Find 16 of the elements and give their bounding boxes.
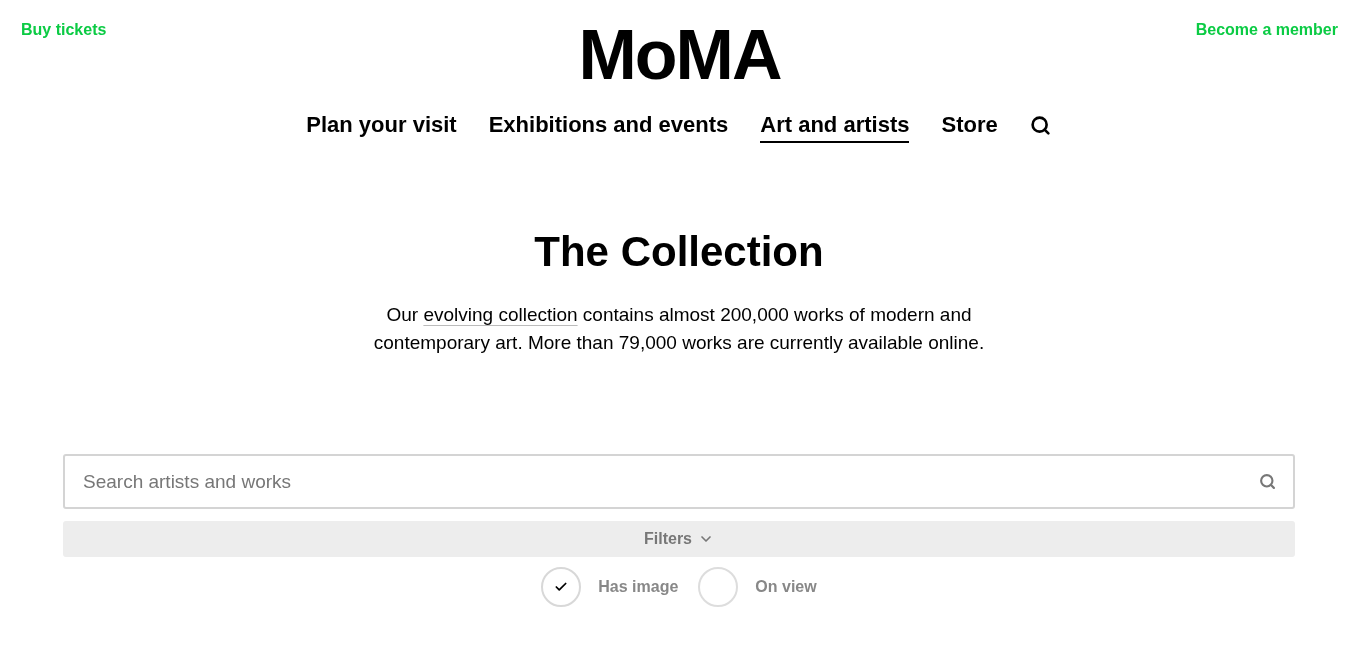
nav-link[interactable]: Plan your visit (306, 111, 457, 143)
intro-paragraph: Our evolving collection contains almost 200,000 works of modern and contemporary art. More than 79,000 works are currently available online. (372, 303, 986, 355)
nav-link[interactable]: Exhibitions and events (488, 111, 729, 143)
search-icon[interactable] (1029, 114, 1052, 136)
nav-link[interactable]: Art and artists (760, 111, 910, 143)
checkbox[interactable] (698, 567, 739, 607)
search-field[interactable]: Search artists and works (63, 454, 1295, 509)
logo: MoMA (578, 20, 781, 90)
filters-button[interactable]: Filters (63, 521, 1295, 557)
check-icon (554, 580, 569, 594)
checkbox[interactable] (541, 567, 582, 607)
evolving-collection-link[interactable]: evolving collection (423, 304, 578, 325)
nav-link[interactable]: Store (941, 111, 998, 143)
page-title: The Collection (534, 227, 824, 277)
checkbox-label: On view (755, 578, 817, 596)
checkbox-label: Has image (598, 578, 679, 596)
